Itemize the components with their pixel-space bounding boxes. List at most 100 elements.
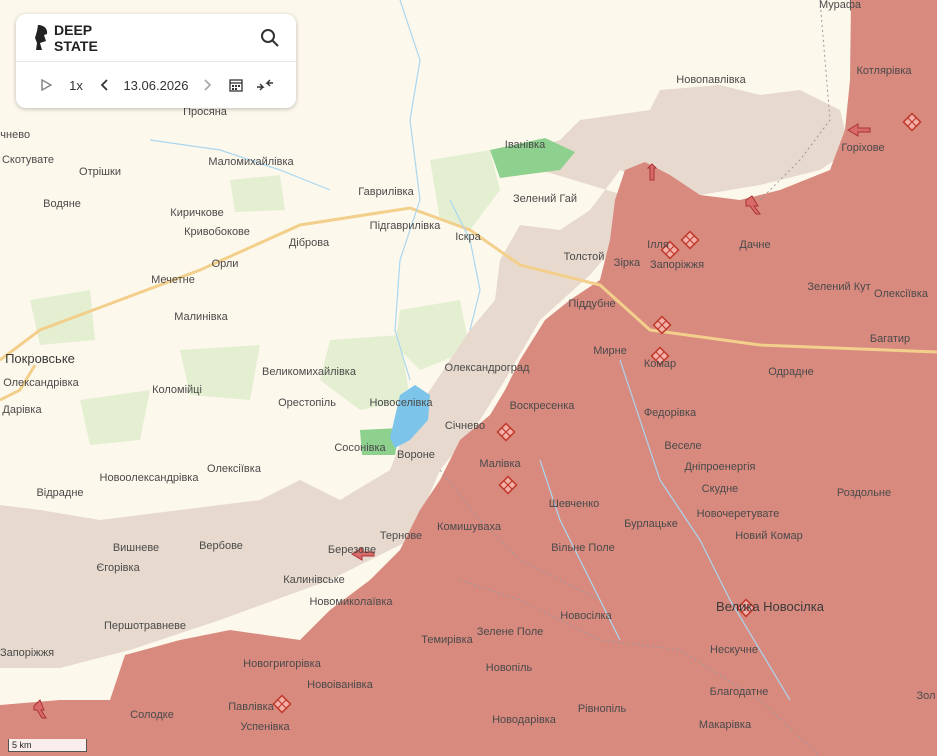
place-label: Коломійці <box>152 384 202 396</box>
place-label: Березове <box>328 544 376 556</box>
calendar-icon <box>229 79 243 92</box>
place-label: Олексіївка <box>874 288 929 300</box>
place-label: Кривобокове <box>184 226 250 238</box>
place-label: Скудне <box>702 483 739 495</box>
play-button[interactable] <box>36 72 56 98</box>
place-label: Скотувате <box>2 154 54 166</box>
brand: DEEP STATE <box>34 22 98 54</box>
scale-bar: 5 km <box>8 739 87 752</box>
place-label: Роздольне <box>837 487 891 499</box>
place-label: Піддубне <box>568 298 615 310</box>
place-label: Олександроград <box>445 362 530 374</box>
place-label: Зелене Поле <box>477 626 544 638</box>
place-label: Олексіївка <box>207 463 262 475</box>
place-label: Новодарівка <box>492 714 557 726</box>
place-label: Зірка <box>614 257 641 269</box>
place-label: Іскра <box>455 231 481 243</box>
place-label: Січнево <box>0 129 30 141</box>
place-label: Покровське <box>5 351 75 366</box>
place-label: Новочеретувате <box>697 508 780 520</box>
place-label: Новопіль <box>486 662 533 674</box>
next-icon <box>204 79 212 91</box>
place-label: Горіхове <box>841 142 884 154</box>
next-date-button[interactable] <box>198 72 216 98</box>
place-label: Новопавлівка <box>676 74 746 86</box>
place-label: Мечетне <box>151 274 195 286</box>
place-label: Олександрівка <box>3 377 79 389</box>
place-label: Малівка <box>479 458 521 470</box>
place-label: Вороне <box>397 449 435 461</box>
prev-date-button[interactable] <box>96 72 114 98</box>
place-label: Великомихайлівка <box>262 366 357 378</box>
brand-line-1: DEEP <box>54 22 93 38</box>
place-label: Толстой <box>564 251 605 263</box>
place-label: Вербове <box>199 540 243 552</box>
speed-button[interactable]: 1x <box>66 72 86 98</box>
map-canvas[interactable]: ПросянаМурафаНовопавлівкаКотлярівкаГоріх… <box>0 0 937 756</box>
place-label: Діброва <box>289 237 330 249</box>
place-label: Сосонівка <box>334 442 386 454</box>
place-label: Гаврилівка <box>358 186 414 198</box>
place-label: Водяне <box>43 198 81 210</box>
place-label: Зелений Гай <box>513 193 577 205</box>
place-label: Веселе <box>664 440 701 452</box>
place-label: Багатир <box>870 333 910 345</box>
place-label: Запоріжжя <box>0 647 54 659</box>
search-button[interactable] <box>260 28 280 48</box>
place-label: Орестопіль <box>278 397 336 409</box>
place-label: Дачне <box>739 239 770 251</box>
calendar-button[interactable] <box>226 72 246 98</box>
place-label: Киричкове <box>170 207 223 219</box>
place-label: Велика Новосілка <box>716 599 825 614</box>
place-label: Запоріжжя <box>650 259 704 271</box>
place-label: Підгаврилівка <box>370 220 442 232</box>
place-label: Новосілка <box>560 610 612 622</box>
place-label: Новомиколаївка <box>309 596 393 608</box>
place-label: Єгорівка <box>96 562 140 574</box>
place-label: Першотравневе <box>104 620 186 632</box>
collapse-icon <box>257 79 273 91</box>
place-label: Бурлацьке <box>624 518 678 530</box>
date-display[interactable]: 13.06.2026 <box>118 72 194 98</box>
logo-icon <box>35 25 48 50</box>
place-label: Рівнопіль <box>578 703 627 715</box>
place-label: Благодатне <box>710 686 769 698</box>
place-label: Котлярівка <box>856 65 912 77</box>
place-label: Комар <box>644 358 676 370</box>
place-label: Нескучне <box>710 644 758 656</box>
place-label: Зелений Кут <box>807 281 870 293</box>
brand-line-2: STATE <box>54 38 98 54</box>
place-label: Ілля <box>647 239 669 251</box>
place-label: Новоолександрівка <box>100 472 200 484</box>
place-label: Новоіванівка <box>307 679 374 691</box>
control-panel: DEEP STATE 1x 13.06.2026 <box>16 14 296 108</box>
place-label: Новоселівка <box>369 397 433 409</box>
place-label: Воскресенка <box>510 400 576 412</box>
place-label: Вишневе <box>113 542 159 554</box>
place-label: Малинівка <box>174 311 228 323</box>
compare-button[interactable] <box>254 72 276 98</box>
place-label: Одрадне <box>768 366 814 378</box>
place-label: Темирівка <box>421 634 473 646</box>
place-label: Іванівка <box>505 139 546 151</box>
place-label: Вільне Поле <box>551 542 615 554</box>
place-label: Мурафа <box>819 0 862 11</box>
play-icon <box>41 79 52 91</box>
panel-divider <box>16 61 296 62</box>
place-label: Отрішки <box>79 166 121 178</box>
place-label: Солодке <box>130 709 174 721</box>
place-label: Орли <box>212 258 239 270</box>
place-label: Маломихайлівка <box>208 156 294 168</box>
place-label: Дарівка <box>2 404 42 416</box>
place-label: Комишуваха <box>437 521 502 533</box>
place-label: Калинівське <box>283 574 345 586</box>
place-label: Федорівка <box>644 407 697 419</box>
place-label: Дніпроенергія <box>684 461 755 473</box>
prev-icon <box>100 79 108 91</box>
place-label: Шевченко <box>549 498 600 510</box>
place-label: Тернове <box>380 530 422 542</box>
place-label: Новогригорівка <box>243 658 322 670</box>
place-label: Мирне <box>593 345 627 357</box>
place-label: Успенівка <box>240 721 290 733</box>
place-label: Січнево <box>445 420 485 432</box>
